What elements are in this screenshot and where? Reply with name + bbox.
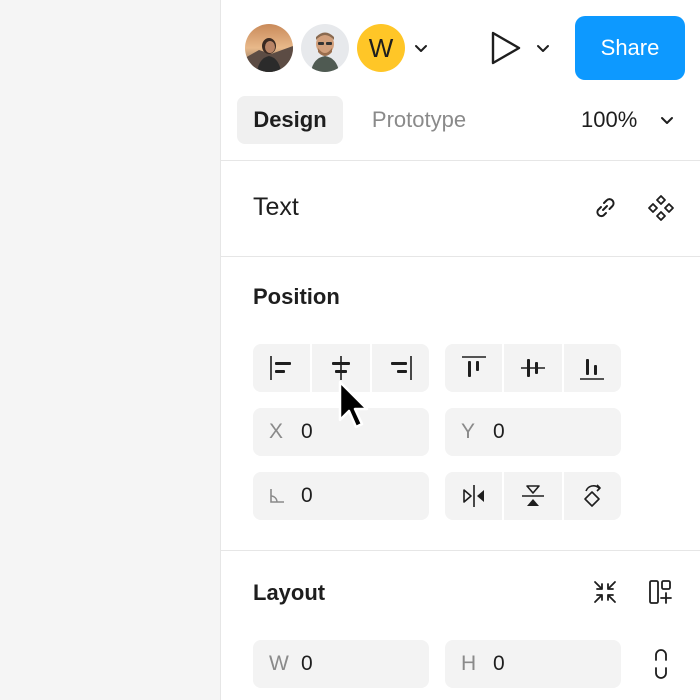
properties-panel: W Share Design Prototype 100% Text Posit… bbox=[220, 0, 700, 700]
y-field[interactable]: Y 0 bbox=[445, 408, 621, 456]
panel-header: W Share bbox=[221, 0, 700, 96]
flip-horizontal-icon[interactable] bbox=[445, 472, 505, 520]
divider bbox=[221, 160, 700, 161]
flip-vertical-icon[interactable] bbox=[504, 472, 564, 520]
auto-layout-icon[interactable] bbox=[643, 574, 679, 610]
share-button[interactable]: Share bbox=[575, 16, 685, 80]
play-icon[interactable] bbox=[485, 28, 525, 68]
link-icon[interactable] bbox=[587, 190, 623, 226]
w-label: W bbox=[269, 652, 289, 675]
avatar[interactable] bbox=[301, 24, 349, 72]
divider bbox=[221, 550, 700, 551]
rotation-value[interactable]: 0 bbox=[301, 484, 313, 508]
tab-prototype[interactable]: Prototype bbox=[353, 96, 485, 144]
avatar[interactable]: W bbox=[357, 24, 405, 72]
vertical-align-group bbox=[445, 344, 621, 392]
h-value[interactable]: 0 bbox=[493, 652, 505, 676]
x-label: X bbox=[269, 420, 284, 443]
chevron-down-icon[interactable] bbox=[411, 38, 431, 58]
rotation-field[interactable]: 0 bbox=[253, 472, 429, 520]
divider bbox=[221, 256, 700, 257]
section-title-position: Position bbox=[253, 284, 340, 309]
align-right-icon[interactable] bbox=[372, 344, 429, 392]
chevron-down-icon[interactable] bbox=[657, 110, 677, 130]
canvas-area[interactable] bbox=[0, 0, 220, 700]
constrain-proportions-icon[interactable] bbox=[643, 646, 679, 682]
align-top-icon[interactable] bbox=[445, 344, 505, 392]
y-value[interactable]: 0 bbox=[493, 420, 505, 444]
align-left-icon[interactable] bbox=[253, 344, 313, 392]
width-field[interactable]: W 0 bbox=[253, 640, 429, 688]
y-label: Y bbox=[461, 420, 476, 443]
section-title-layout: Layout bbox=[253, 580, 326, 605]
zoom-level[interactable]: 100% bbox=[581, 96, 637, 144]
chevron-down-icon[interactable] bbox=[533, 38, 553, 58]
x-value[interactable]: 0 bbox=[301, 420, 313, 444]
component-icon[interactable] bbox=[643, 190, 679, 226]
rotate-icon[interactable] bbox=[564, 472, 621, 520]
align-bottom-icon[interactable] bbox=[564, 344, 621, 392]
w-value[interactable]: 0 bbox=[301, 652, 313, 676]
align-center-vertical-icon[interactable] bbox=[504, 344, 564, 392]
collapse-icon[interactable] bbox=[587, 574, 623, 610]
avatar[interactable] bbox=[245, 24, 293, 72]
h-label: H bbox=[461, 652, 477, 675]
rotation-angle-icon bbox=[270, 489, 284, 503]
section-title-text: Text bbox=[253, 193, 299, 221]
tab-design[interactable]: Design bbox=[237, 96, 343, 144]
height-field[interactable]: H 0 bbox=[445, 640, 621, 688]
transform-group bbox=[445, 472, 621, 520]
mouse-cursor-icon bbox=[338, 380, 369, 429]
